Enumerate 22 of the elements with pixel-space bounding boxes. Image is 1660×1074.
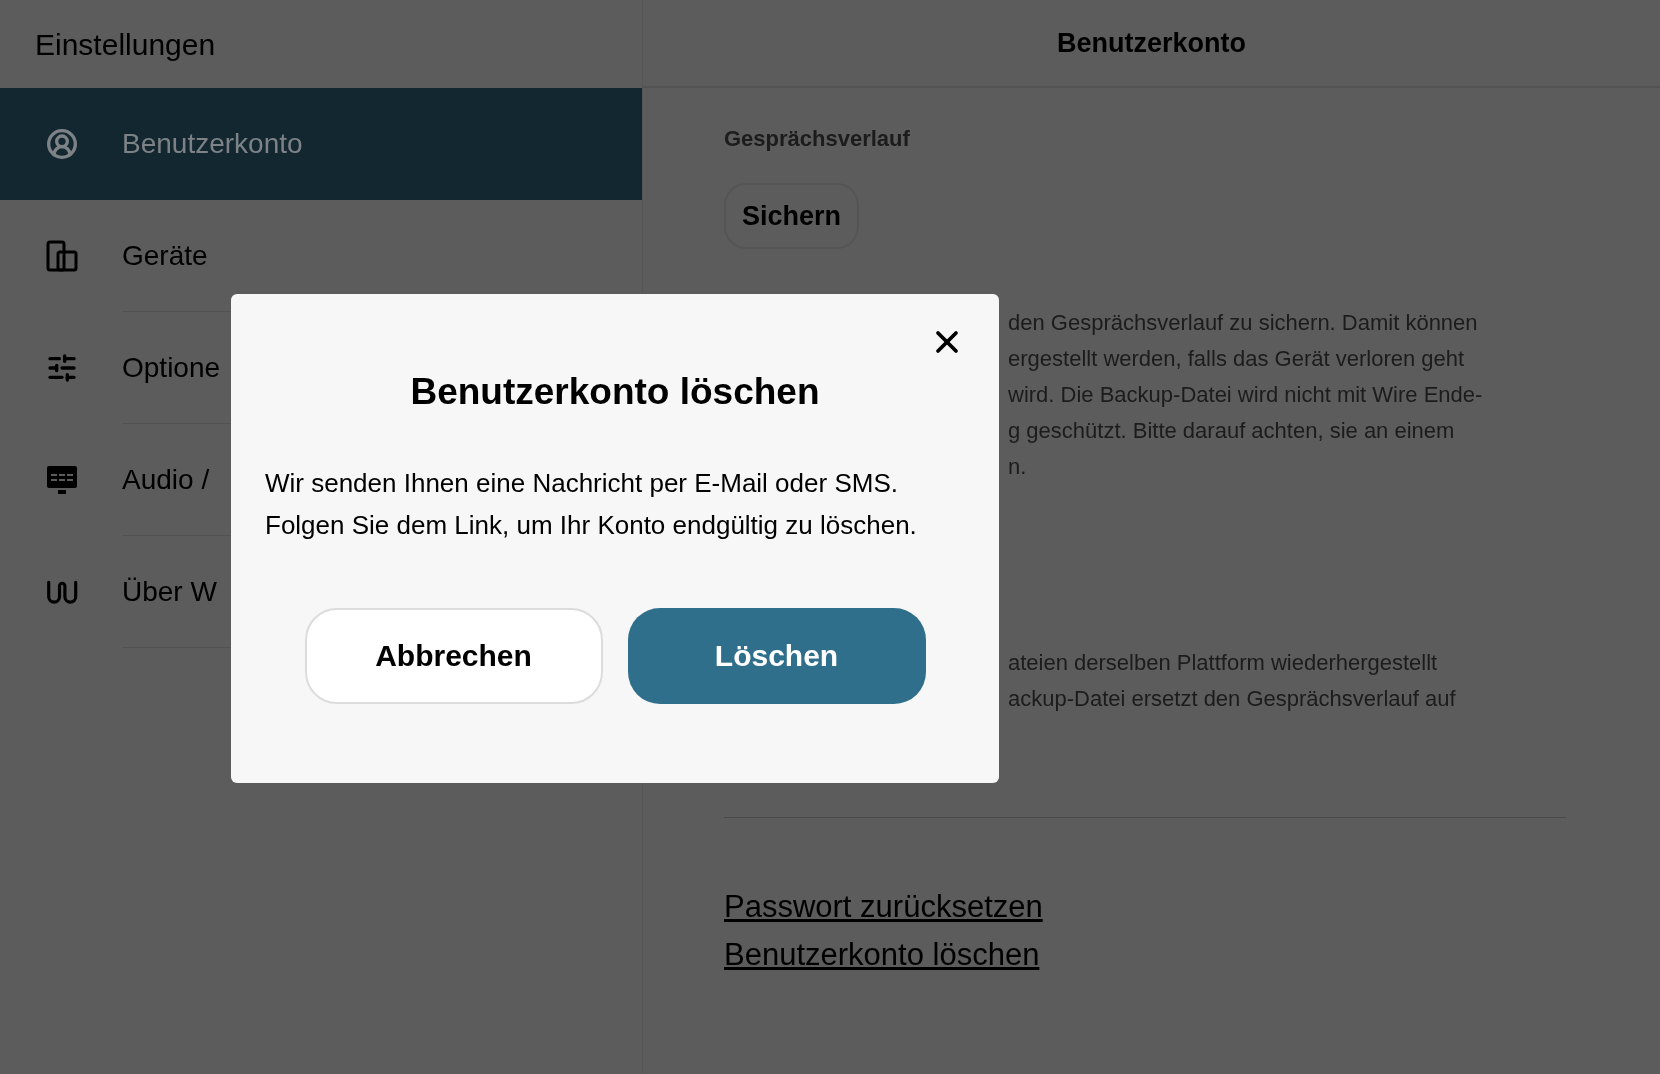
description-text: g geschützt. Bitte darauf achten, sie an einem — [1008, 417, 1456, 445]
account-link[interactable]: Passwort zurücksetzen — [724, 886, 1043, 928]
page-title: Benutzerkonto — [1057, 26, 1246, 60]
account-link[interactable]: Benutzerkonto löschen — [724, 934, 1040, 976]
sidebar-title: Einstellungen — [35, 26, 216, 63]
user-icon — [46, 128, 78, 160]
sliders-icon — [46, 352, 78, 384]
description-text: ackup-Datei ersetzt den Gesprächsverlauf auf — [1008, 685, 1457, 713]
section-title: Gesprächsverlauf — [724, 125, 911, 153]
backup-button[interactable]: Sichern — [724, 183, 860, 249]
dialog-message: Wir senden Ihnen eine Nachricht per E-Mail oder SMS. Folgen Sie dem Link, um Ihr Konto endgültig zu löschen. — [265, 466, 918, 542]
cancel-button[interactable]: Abbrechen — [304, 607, 603, 704]
delete-button[interactable]: Löschen — [627, 607, 926, 704]
monitor-icon — [46, 464, 78, 496]
nav-item[interactable]: Benutzerkonto — [0, 88, 642, 200]
description-text: n. — [1008, 453, 1028, 481]
description-text: ergestellt werden, falls das Gerät verloren geht — [1008, 345, 1466, 373]
description-text: den Gesprächsverlauf zu sichern. Damit können — [1008, 309, 1479, 337]
devices-icon — [46, 240, 78, 272]
dialog-title: Benutzerkonto löschen — [410, 370, 820, 414]
description-text: wird. Die Backup-Datei wird nicht mit Wire Ende- — [1008, 381, 1484, 409]
description-text: ateien derselben Plattform wiederhergestellt — [1008, 649, 1439, 677]
